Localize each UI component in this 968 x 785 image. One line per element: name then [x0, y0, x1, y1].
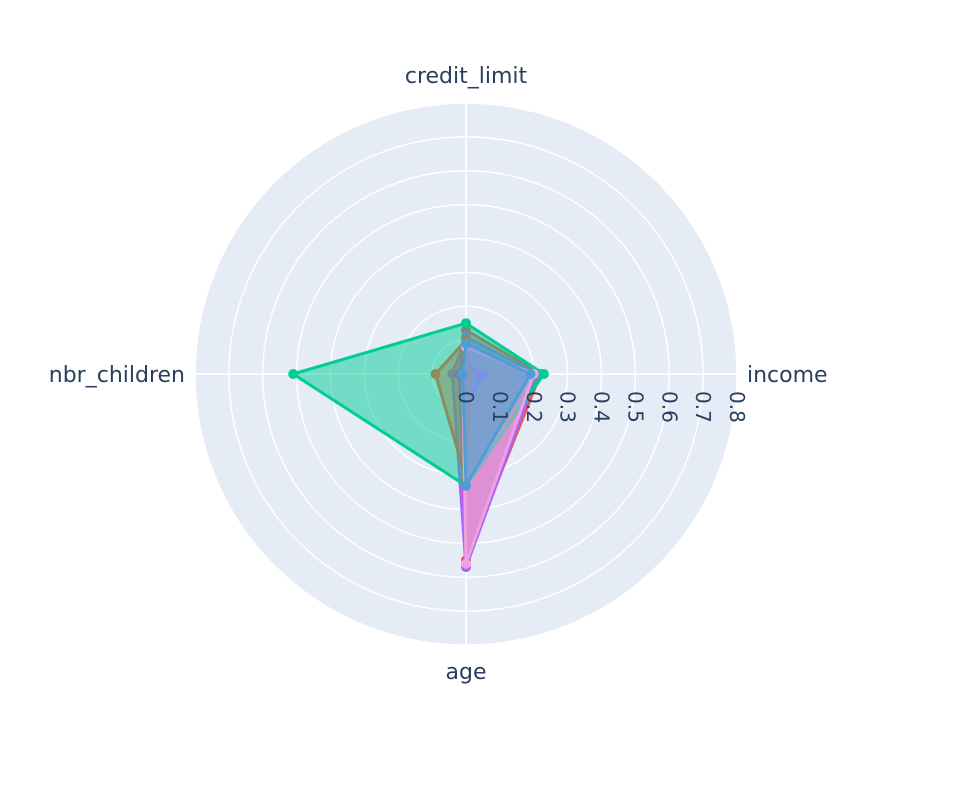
radial-tick-label: 0.6	[657, 391, 681, 423]
radial-tick-label: 0.8	[725, 391, 749, 423]
axis-label-credit-limit: credit_limit	[405, 64, 528, 89]
series-5-point-age	[461, 558, 471, 569]
series-2-point-income	[538, 369, 549, 379]
radial-tick-label: 0.4	[590, 391, 614, 423]
series-2-point-nbr_children	[288, 369, 299, 379]
radial-tick-label: 0.2	[522, 391, 546, 423]
radial-tick-label: 0.1	[488, 391, 512, 423]
radial-tick-label: 0	[454, 391, 478, 404]
series-6-point-nbr_children	[457, 369, 468, 379]
radial-ticks: 0 0.1 0.2 0.3 0.4 0.5 0.6 0.7 0.8	[454, 391, 749, 423]
series-2-point-credit_limit	[461, 318, 471, 329]
axis-label-nbr-children: nbr_children	[49, 363, 185, 388]
series-6-point-credit_limit	[461, 338, 471, 349]
radar-chart: 0 0.1 0.2 0.3 0.4 0.5 0.6 0.7 0.8 income credit_l…	[0, 0, 968, 781]
radial-tick-label: 0.3	[556, 391, 580, 423]
series-6-point-income	[525, 369, 536, 379]
axis-label-income: income	[747, 363, 828, 388]
radial-tick-label: 0.5	[623, 391, 647, 423]
radar-chart-svg: 0 0.1 0.2 0.3 0.4 0.5 0.6 0.7 0.8 income credit_l…	[49, 64, 828, 685]
series-6-point-age	[461, 480, 471, 491]
radial-tick-label: 0.7	[691, 391, 715, 423]
series-4-point-nbr_children	[430, 369, 441, 379]
axis-label-age: age	[446, 660, 487, 685]
